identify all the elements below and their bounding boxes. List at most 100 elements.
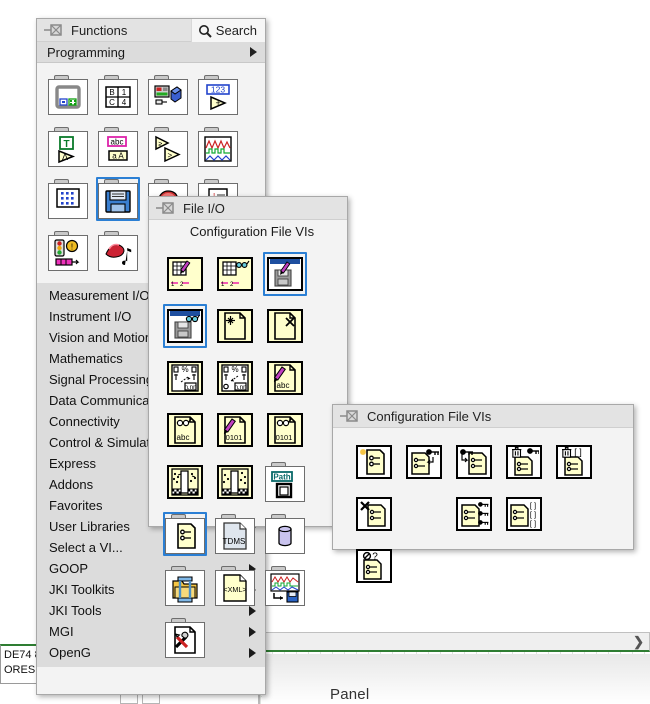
not-a-config-refnum-icon: ? [356,549,392,583]
configuration-file-vis-icon [165,514,205,554]
comparison-icon: ≥ > [148,127,188,167]
dialog-user-interface-icon [98,231,138,271]
panel-caption: Panel [330,686,370,703]
svg-text:≥: ≥ [159,141,163,148]
svg-text:%: % [231,365,238,374]
write-to-measurement-file-icon [267,257,303,291]
svg-text:<XML>: <XML> [223,585,246,594]
fn-icon-dialog-user-interface[interactable] [94,227,142,275]
fn-icon-application-control[interactable] [44,175,92,223]
svg-text:!: ! [71,243,73,252]
fio-icon-configuration-file-vis[interactable] [161,510,209,558]
build-path-icon [167,465,203,499]
fio-icon-build-path[interactable] [161,458,209,506]
application-control-icon [48,179,88,219]
fn-icon-boolean[interactable]: TΛ [44,123,92,171]
svg-text:0101: 0101 [276,433,293,442]
fn-icon-string[interactable]: abc a A [94,123,142,171]
svg-text:4: 4 [122,98,127,107]
fio-icon-zip[interactable] [161,562,209,610]
fio-icon-write-to-measurement-file[interactable] [261,250,309,298]
fio-icon-xml[interactable]: <XML> [211,562,259,610]
chevron-right-icon[interactable] [250,47,257,57]
fio-icon-file-constants[interactable]: Path [261,458,309,506]
svg-text:?: ? [372,552,378,563]
fio-icon-close-file[interactable] [261,302,309,350]
chevron-right-icon[interactable]: ❯ [633,635,644,649]
screen-root: ❯ Panel DE74 81 ORESDEF Functions Search… [0,0,650,704]
fio-icon-write-delimited-spreadsheet[interactable]: 12 [161,250,209,298]
menu-item-label: JKI Toolkits [49,582,115,597]
file-constants-icon: Path [265,462,305,502]
fio-icon-waveform-file-io[interactable] [261,562,309,610]
fio-icon-tdms[interactable]: TDMS [211,510,259,558]
cfg-icon-get-section-names[interactable]: [ ][ ][ ] [500,490,548,538]
search-button[interactable]: Search [190,19,265,42]
cfg-icon-get-key-names[interactable] [450,490,498,538]
tdms-icon: TDMS [215,514,255,554]
fio-icon-strip-path[interactable] [211,458,259,506]
cfg-icon-close-config-data[interactable] [350,490,398,538]
pin-icon[interactable] [43,23,65,37]
get-key-names-icon [456,497,492,531]
boolean-icon: TΛ [48,127,88,167]
fio-icon-read-binary-file[interactable]: 0101 [261,406,309,454]
svg-text:n.nn: n.nn [184,384,197,391]
read-key-icon [456,445,492,479]
svg-text:abc: abc [277,381,290,390]
fn-icon-cluster-class-variant[interactable] [144,71,192,119]
fio-icon-read-delimited-spreadsheet[interactable]: 12 [211,250,259,298]
fio-icon-format-into-file[interactable]: % n.nn [161,354,209,402]
fn-icon-array[interactable]: BC14 [94,71,142,119]
array-icon: BC14 [98,75,138,115]
cfg-icon-read-key[interactable] [450,438,498,486]
open-config-data-icon [356,445,392,479]
fn-icon-file-io[interactable] [94,175,142,223]
cfg-icon-remove-key[interactable] [500,438,548,486]
cfg-icon-write-key[interactable] [400,438,448,486]
fileio-icon-grid[interactable]: 1 2 1 2% n.nn% n.nn abc abc 0101 0101 Path TDMS <XML… [149,242,347,670]
waveform-icon [198,127,238,167]
fileio-tooltip-text: Configuration File VIs [189,223,315,239]
write-delimited-spreadsheet-icon: 12 [167,257,203,291]
config-icon-grid[interactable]: [ ][ ][ ][ ]? [333,428,633,598]
svg-text:>: > [168,151,173,160]
fio-icon-scan-from-file[interactable]: % n.nn [211,354,259,402]
menu-item-label: Favorites [49,498,103,513]
fileio-palette-window[interactable]: File I/O Configuration File VIs 1 2 1 2% n.n… [148,196,348,658]
fio-icon-read-text-file[interactable]: abc [161,406,209,454]
menu-item-label: MGI [49,624,74,639]
svg-text:abc: abc [111,138,124,147]
synchronization-icon: ! [48,231,88,271]
svg-text:abc: abc [177,433,190,442]
cfg-icon-not-a-config-refnum[interactable]: ? [350,542,398,590]
fio-icon-read-from-measurement-file[interactable] [161,302,209,350]
cfg-icon-open-config-data[interactable] [350,438,398,486]
programming-category-header[interactable]: Programming [37,42,265,63]
pin-icon[interactable] [155,201,177,215]
cfg-icon-remove-section[interactable]: [ ] [550,438,598,486]
search-label: Search [215,23,257,38]
fio-icon-storage-datalog[interactable] [261,510,309,558]
fio-icon-write-binary-file[interactable]: 0101 [211,406,259,454]
config-palette-window[interactable]: Configuration File VIs [ ][ ][ ][ ]? [332,404,634,583]
fn-icon-structures[interactable] [44,71,92,119]
fio-icon-advanced-file-functions[interactable] [161,614,209,662]
fio-icon-write-text-file[interactable]: abc [261,354,309,402]
fn-icon-synchronization[interactable]: ! [44,227,92,275]
fn-icon-numeric[interactable]: 123 + [194,71,242,119]
fio-icon-open-create-replace-file[interactable] [211,302,259,350]
svg-text:n.nn: n.nn [234,384,247,391]
fn-icon-waveform[interactable] [194,123,242,171]
svg-text:[ ]: [ ] [574,447,582,457]
fn-icon-comparison[interactable]: ≥ > [144,123,192,171]
config-palette-titlebar: Configuration File VIs [333,405,633,428]
write-key-icon [406,445,442,479]
pin-icon[interactable] [339,409,361,423]
svg-text:C: C [109,98,115,107]
waveform-file-io-icon [265,566,305,606]
svg-text:TDMS: TDMS [223,537,246,546]
menu-item-label: User Libraries [49,519,130,534]
functions-palette-title: Functions [71,22,128,38]
menu-item-label: Connectivity [49,414,120,429]
